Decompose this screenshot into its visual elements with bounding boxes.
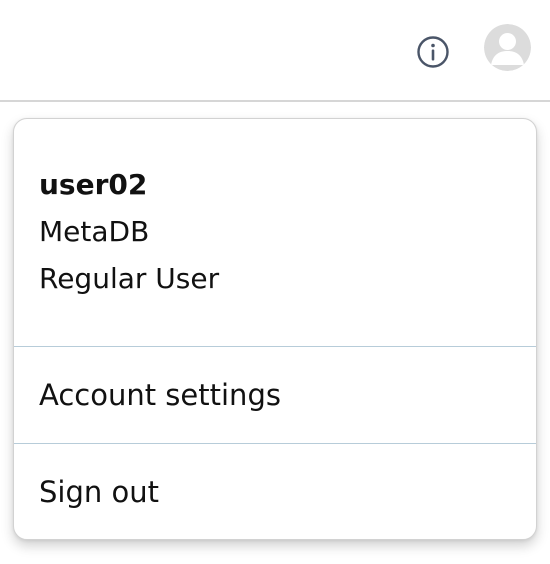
account-settings-item[interactable]: Account settings (14, 347, 536, 443)
organization-name: MetaDB (39, 215, 150, 248)
user-dropdown-menu: user02 MetaDB Regular User Account setti… (13, 118, 537, 540)
user-avatar-button[interactable] (484, 24, 531, 71)
user-info-section: user02 MetaDB Regular User (14, 119, 536, 346)
username: user02 (39, 168, 148, 201)
avatar-icon (484, 24, 531, 71)
info-icon (417, 36, 449, 68)
user-role: Regular User (39, 262, 220, 295)
top-bar (0, 0, 550, 102)
info-button[interactable] (416, 35, 450, 69)
sign-out-item[interactable]: Sign out (14, 444, 536, 539)
